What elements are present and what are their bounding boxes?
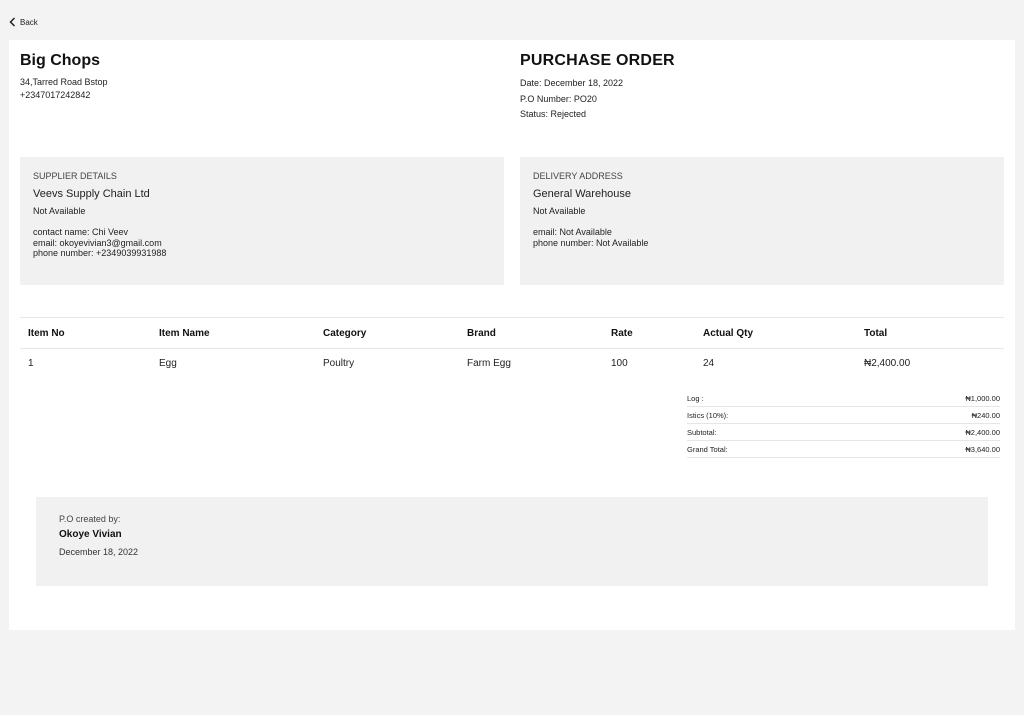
created-by-name: Okoye Vivian <box>59 529 122 540</box>
supplier-address: Not Available <box>33 206 86 216</box>
delivery-email: email: Not Available <box>533 227 612 237</box>
delivery-name: General Warehouse <box>533 188 632 200</box>
header-category: Category <box>315 317 459 349</box>
cell-category: Poultry <box>323 358 355 370</box>
delivery-contact: email: Not Available phone number: Not A… <box>533 227 991 248</box>
delivery-phone: phone number: Not Available <box>533 237 649 248</box>
totals-row-subtotal: Subtotal: ₦2,400.00 <box>687 424 1000 441</box>
chevron-left-icon <box>9 17 16 27</box>
supplier-name: Veevs Supply Chain Ltd <box>33 188 150 200</box>
totals-row-istics: Istics (10%): ₦240.00 <box>687 407 1000 424</box>
supplier-contact-name: contact name: Chi Veev <box>33 227 129 237</box>
header-rate: Rate <box>603 317 695 349</box>
back-label: Back <box>20 17 38 27</box>
totals-value: ₦1,000.00 <box>965 393 1000 403</box>
totals-row-grand-total: Grand Total: ₦3,640.00 <box>687 441 1000 458</box>
totals-value: ₦240.00 <box>971 410 1000 420</box>
totals-row-log: Log : ₦1,000.00 <box>687 390 1000 407</box>
company-phone: +2347017242842 <box>20 90 91 100</box>
purchase-order-card: Big Chops 34,Tarred Road Bstop +23470172… <box>9 40 1015 630</box>
supplier-contact: contact name: Chi Veev email: okoyevivia… <box>33 227 491 259</box>
supplier-email: email: okoyevivian3@gmail.com <box>33 237 162 248</box>
cell-total: ₦2,400.00 <box>864 358 911 370</box>
header-item-name: Item Name <box>151 317 315 349</box>
table-header-row: Item No Item Name Category Brand Rate Ac… <box>20 317 1004 349</box>
cell-rate: 100 <box>611 358 628 370</box>
company-name: Big Chops <box>20 52 100 69</box>
supplier-details-box: SUPPLIER DETAILS Veevs Supply Chain Ltd … <box>20 157 504 285</box>
totals-value: ₦2,400.00 <box>965 427 1000 437</box>
supplier-label: SUPPLIER DETAILS <box>33 171 117 181</box>
totals-label: Log : <box>687 393 704 403</box>
company-address: 34,Tarred Road Bstop <box>20 77 108 87</box>
totals-label: Subtotal: <box>687 427 717 437</box>
header-total: Total <box>856 317 1004 349</box>
delivery-label: DELIVERY ADDRESS <box>533 171 623 181</box>
po-number: P.O Number: PO20 <box>520 93 597 104</box>
delivery-address: Not Available <box>533 206 586 216</box>
header-actual-qty: Actual Qty <box>695 317 856 349</box>
po-status: Status: Rejected <box>520 109 587 119</box>
created-date: December 18, 2022 <box>59 547 139 557</box>
totals-value: ₦3,640.00 <box>965 444 1000 454</box>
company-info: Big Chops 34,Tarred Road Bstop +23470172… <box>20 52 108 102</box>
cell-actual-qty: 24 <box>703 358 715 370</box>
header-item-no: Item No <box>20 317 151 349</box>
po-header: PURCHASE ORDER Date: December 18, 2022 P… <box>520 52 675 123</box>
po-created-by-box: P.O created by: Okoye Vivian December 18… <box>36 497 988 586</box>
supplier-phone: phone number: +2349039931988 <box>33 248 167 258</box>
po-date: Date: December 18, 2022 <box>520 78 624 88</box>
items-table: Item No Item Name Category Brand Rate Ac… <box>20 317 1004 379</box>
header-brand: Brand <box>459 317 603 349</box>
po-title: PURCHASE ORDER <box>520 52 675 69</box>
delivery-address-box: DELIVERY ADDRESS General Warehouse Not A… <box>520 157 1004 285</box>
totals-summary: Log : ₦1,000.00 Istics (10%): ₦240.00 Su… <box>687 390 1000 458</box>
cell-item-no: 1 <box>28 358 34 370</box>
back-button[interactable]: Back <box>9 17 38 27</box>
cell-brand: Farm Egg <box>467 358 511 370</box>
table-row: 1 Egg Poultry Farm Egg 100 24 ₦2,400.00 <box>20 349 1004 379</box>
cell-item-name: Egg <box>159 358 177 370</box>
totals-label: Grand Total: <box>687 444 728 454</box>
totals-label: Istics (10%): <box>687 410 729 420</box>
created-by-label: P.O created by: <box>59 514 121 524</box>
